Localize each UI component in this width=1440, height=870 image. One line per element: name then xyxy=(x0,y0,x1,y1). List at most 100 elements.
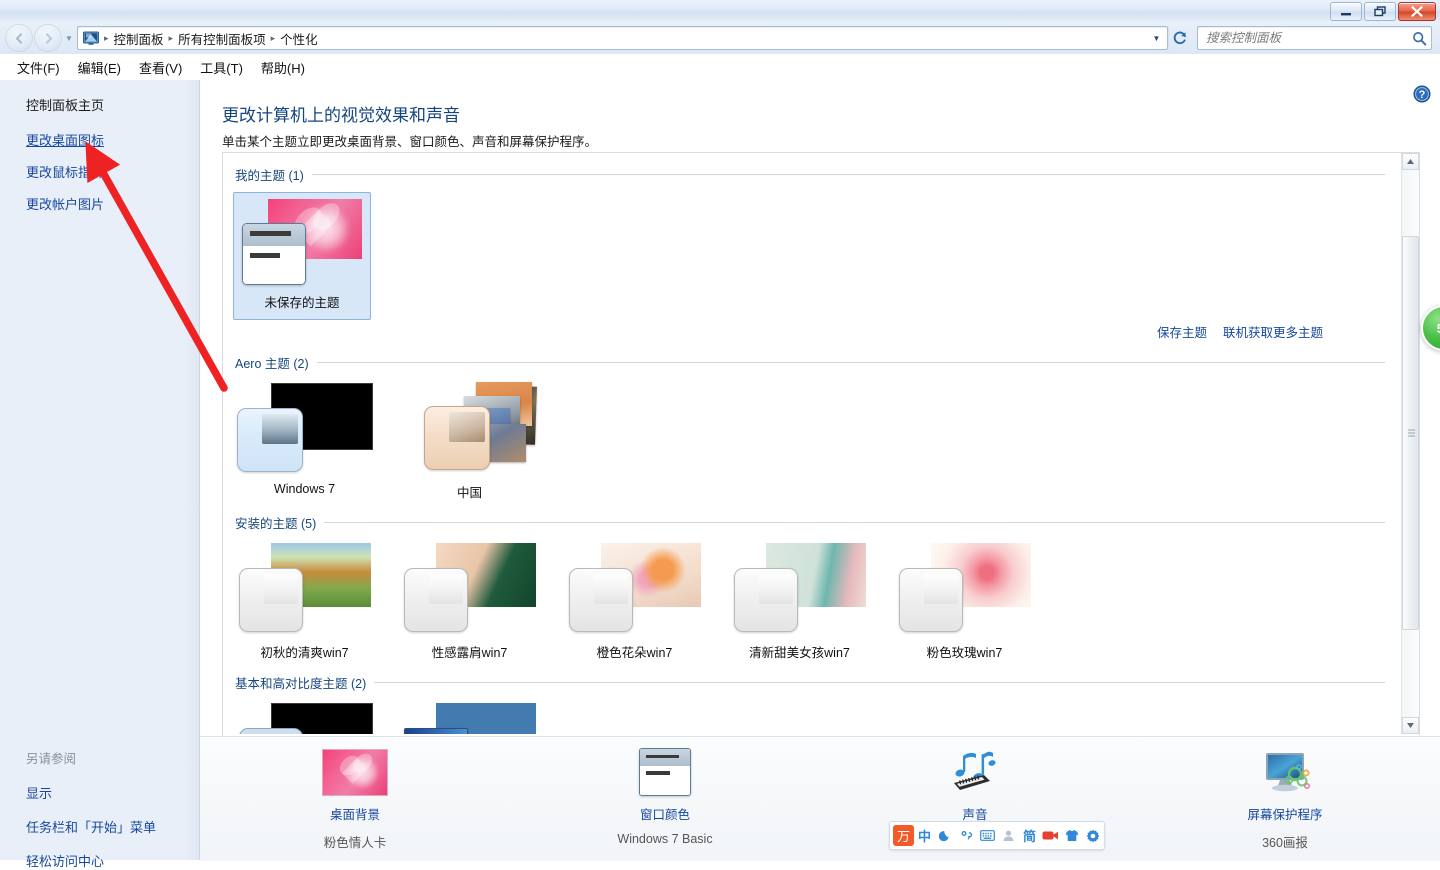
theme-tile-china[interactable]: 中国 xyxy=(402,372,537,501)
ime-user-icon[interactable] xyxy=(998,823,1019,848)
search-box[interactable] xyxy=(1197,26,1432,50)
option-desktop-background[interactable]: 桌面背景 粉色情人卡 xyxy=(200,737,510,851)
theme-tile-autumn[interactable]: 初秋的清爽win7 xyxy=(237,532,372,661)
sidebar-item-change-mouse-pointers[interactable]: 更改鼠标指针 xyxy=(26,162,104,181)
menu-view[interactable]: 查看(V) xyxy=(130,55,191,80)
thumb-window-preview xyxy=(734,568,798,632)
thumb-window-preview xyxy=(242,223,306,285)
thumb-window-preview xyxy=(899,568,963,632)
scroll-up-button[interactable] xyxy=(1402,153,1419,170)
group-header-basic-high-contrast-themes: 基本和高对比度主题 (2) xyxy=(223,673,1401,692)
scroll-down-button[interactable] xyxy=(1402,717,1419,734)
aero-themes-row: Windows 7 中国 xyxy=(223,372,1401,501)
theme-thumbnail-orange-flowers xyxy=(567,540,701,636)
forward-button[interactable] xyxy=(34,24,62,52)
theme-tile-shoulder[interactable]: 性感露肩win7 xyxy=(402,532,537,661)
search-input[interactable] xyxy=(1204,28,1407,48)
ime-video-icon[interactable] xyxy=(1040,823,1061,848)
see-also-ease-of-access-center[interactable]: 轻松访问中心 xyxy=(26,851,104,870)
option-sounds[interactable]: 声音 xyxy=(820,737,1130,832)
ime-simplified-icon[interactable]: 简 xyxy=(1019,823,1040,848)
menu-edit[interactable]: 编辑(E) xyxy=(69,55,130,80)
vertical-scrollbar[interactable] xyxy=(1401,153,1419,734)
sidebar-item-control-panel-home[interactable]: 控制面板主页 xyxy=(26,95,104,114)
content-area: ? 更改计算机上的视觉效果和声音 单击某个主题立即更改桌面背景、窗口颜色、声音和… xyxy=(200,80,1440,737)
sidebar-item-change-desktop-icons[interactable]: 更改桌面图标 xyxy=(26,130,104,149)
theme-tile-pink-rose[interactable]: 粉色玫瑰win7 xyxy=(897,532,1032,661)
option-window-color[interactable]: 窗口颜色 Windows 7 Basic xyxy=(510,737,820,846)
see-also-links: 显示 任务栏和「开始」菜单 轻松访问中心 xyxy=(26,783,156,870)
close-button[interactable] xyxy=(1398,2,1436,21)
page-title: 更改计算机上的视觉效果和声音 xyxy=(222,106,460,125)
group-rule xyxy=(311,174,1385,175)
ime-keyboard-icon[interactable] xyxy=(977,823,998,848)
menu-help[interactable]: 帮助(H) xyxy=(252,55,314,80)
breadcrumb-item-2[interactable]: 个性化 xyxy=(276,28,322,49)
themes-panel: 我的主题 (1) 未保存的主题 保存主题 联机获取更多主题 Aero 主题 (2… xyxy=(222,152,1420,737)
thumb-window-preview xyxy=(237,408,303,472)
sidebar: 控制面板主页 更改桌面图标 更改鼠标指针 更改帐户图片 另请参阅 显示 任务栏和… xyxy=(0,80,200,869)
chevron-down-icon[interactable]: ▼ xyxy=(1148,28,1165,48)
search-icon[interactable] xyxy=(1407,31,1431,46)
thumb-window-preview xyxy=(569,568,633,632)
menu-tools[interactable]: 工具(T) xyxy=(191,55,252,80)
option-title-window-color[interactable]: 窗口颜色 xyxy=(640,804,690,823)
group-label-installed-themes: 安装的主题 (5) xyxy=(235,517,317,531)
ime-chinese-mode-icon[interactable]: 中 xyxy=(914,823,935,848)
refresh-button[interactable] xyxy=(1168,27,1191,49)
theme-label-sweet-girl: 清新甜美女孩win7 xyxy=(749,646,850,660)
menu-file[interactable]: 文件(F) xyxy=(8,55,69,80)
ime-toolbar[interactable]: 万 中 简 xyxy=(889,821,1105,850)
ime-settings-gear-icon[interactable] xyxy=(1082,823,1103,848)
theme-label-windows7: Windows 7 xyxy=(273,482,336,496)
minimize-button[interactable] xyxy=(1330,2,1362,21)
theme-thumbnail-sweet-girl xyxy=(732,540,866,636)
theme-tile-basic-1[interactable] xyxy=(237,692,373,734)
back-button[interactable] xyxy=(5,24,33,52)
see-also-title: 另请参阅 xyxy=(26,752,77,766)
theme-label-china: 中国 xyxy=(456,486,482,500)
option-title-desktop-background[interactable]: 桌面背景 xyxy=(330,804,380,823)
theme-tile-orange-flowers[interactable]: 橙色花朵win7 xyxy=(567,532,702,661)
theme-label-orange-flowers: 橙色花朵win7 xyxy=(596,646,673,660)
thumb-window-preview xyxy=(404,728,468,734)
thumb-window-preview xyxy=(239,728,303,734)
basic-themes-row xyxy=(223,692,1401,734)
theme-thumbnail-shoulder xyxy=(402,540,536,636)
group-header-my-themes: 我的主题 (1) xyxy=(223,165,1401,184)
see-also-taskbar-start-menu[interactable]: 任务栏和「开始」菜单 xyxy=(26,817,156,836)
get-more-themes-online-link[interactable]: 联机获取更多主题 xyxy=(1223,322,1323,341)
theme-tile-windows7[interactable]: Windows 7 xyxy=(237,372,373,501)
window-controls xyxy=(1330,2,1436,21)
group-rule xyxy=(374,682,1385,683)
theme-label-pink-rose: 粉色玫瑰win7 xyxy=(926,646,1003,660)
history-dropdown-icon[interactable]: ▼ xyxy=(63,34,75,43)
address-bar[interactable]: ▸ 控制面板 ▸ 所有控制面板项 ▸ 个性化 ▼ xyxy=(77,26,1168,50)
save-theme-link[interactable]: 保存主题 xyxy=(1157,322,1207,341)
theme-thumbnail-basic-1 xyxy=(237,700,373,734)
restore-button[interactable] xyxy=(1364,2,1396,21)
see-also-display[interactable]: 显示 xyxy=(26,783,52,802)
theme-tile-sweet-girl[interactable]: 清新甜美女孩win7 xyxy=(732,532,867,661)
option-value-desktop-background: 粉色情人卡 xyxy=(323,836,387,850)
ime-skin-icon[interactable] xyxy=(1061,823,1082,848)
personalization-window: ▼ ▸ 控制面板 ▸ 所有控制面板项 ▸ 个性化 ▼ 搜索控制面板 文件(F) … xyxy=(0,0,1440,869)
group-rule xyxy=(324,522,1385,523)
theme-tile-basic-2[interactable] xyxy=(402,692,537,734)
theme-action-links: 保存主题 联机获取更多主题 xyxy=(223,322,1401,341)
option-value-window-color: Windows 7 Basic xyxy=(617,832,713,846)
theme-label-autumn: 初秋的清爽win7 xyxy=(260,646,349,660)
help-icon[interactable]: ? xyxy=(1413,85,1431,106)
breadcrumb-item-0[interactable]: 控制面板 xyxy=(110,28,168,49)
ime-punctuation-icon[interactable] xyxy=(956,823,977,848)
option-screen-saver[interactable]: 屏幕保护程序 360画报 xyxy=(1130,737,1440,851)
option-title-screen-saver[interactable]: 屏幕保护程序 xyxy=(1247,804,1322,823)
page-subtitle: 单击某个主题立即更改桌面背景、窗口颜色、声音和屏幕保护程序。 xyxy=(222,135,598,149)
breadcrumb-item-1[interactable]: 所有控制面板项 xyxy=(174,28,270,49)
ime-logo-icon[interactable]: 万 xyxy=(893,825,914,846)
scrollbar-thumb[interactable] xyxy=(1402,236,1419,630)
window-color-icon xyxy=(632,746,698,798)
sidebar-item-change-account-picture[interactable]: 更改帐户图片 xyxy=(26,194,104,213)
theme-tile-unsaved[interactable]: 未保存的主题 xyxy=(233,192,371,320)
ime-moon-icon[interactable] xyxy=(935,823,956,848)
